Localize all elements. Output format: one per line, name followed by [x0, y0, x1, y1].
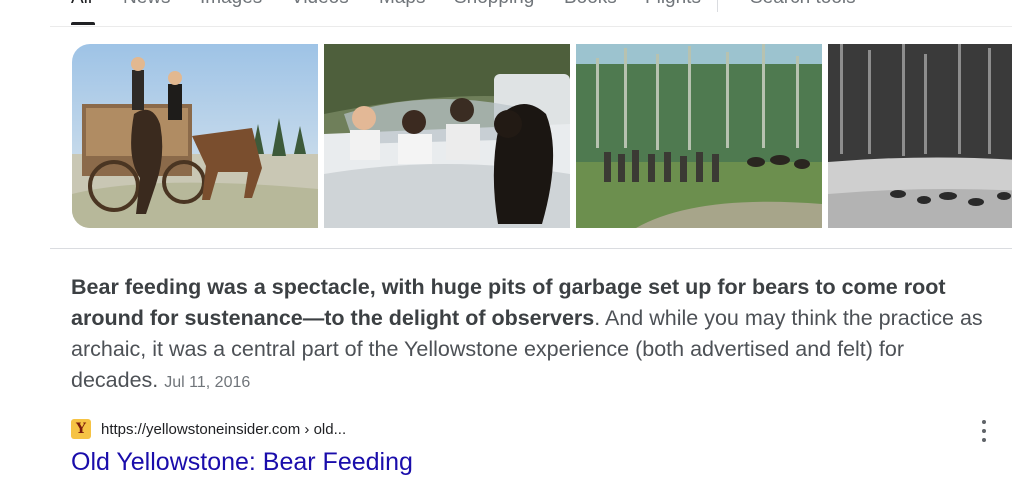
image-strip	[72, 44, 1012, 228]
tab-images[interactable]: Images	[200, 0, 262, 10]
search-tabs: All News Images Videos Maps Shopping Boo…	[0, 0, 1034, 26]
result-source[interactable]: Y https://yellowstoneinsider.com › old..…	[71, 418, 346, 440]
tab-maps[interactable]: Maps	[379, 0, 425, 10]
bear-pit-photo[interactable]	[828, 44, 1012, 228]
more-options-icon[interactable]	[974, 420, 994, 442]
featured-snippet: Bear feeding was a spectacle, with huge …	[71, 272, 1001, 398]
search-tools-button[interactable]: Search tools	[750, 0, 856, 10]
tab-news[interactable]: News	[123, 0, 171, 10]
tab-books[interactable]: Books	[564, 0, 617, 10]
tab-flights[interactable]: Flights	[645, 0, 701, 10]
tabs-divider	[717, 0, 718, 12]
result-title-link[interactable]: Old Yellowstone: Bear Feeding	[71, 446, 413, 478]
tab-videos[interactable]: Videos	[291, 0, 349, 10]
bear-car-photo[interactable]	[324, 44, 570, 228]
result-url[interactable]: https://yellowstoneinsider.com › old...	[101, 421, 346, 438]
tabs-separator	[50, 26, 1012, 27]
active-tab-indicator	[71, 22, 95, 25]
tab-all[interactable]: All	[71, 0, 92, 10]
bear-wagon-photo[interactable]	[72, 44, 318, 228]
result-divider	[50, 248, 1012, 249]
snippet-date: Jul 11, 2016	[164, 374, 251, 391]
yellowstone-insider-favicon-icon: Y	[71, 419, 91, 439]
bear-crowd-photo[interactable]	[576, 44, 822, 228]
tab-shopping[interactable]: Shopping	[454, 0, 534, 10]
